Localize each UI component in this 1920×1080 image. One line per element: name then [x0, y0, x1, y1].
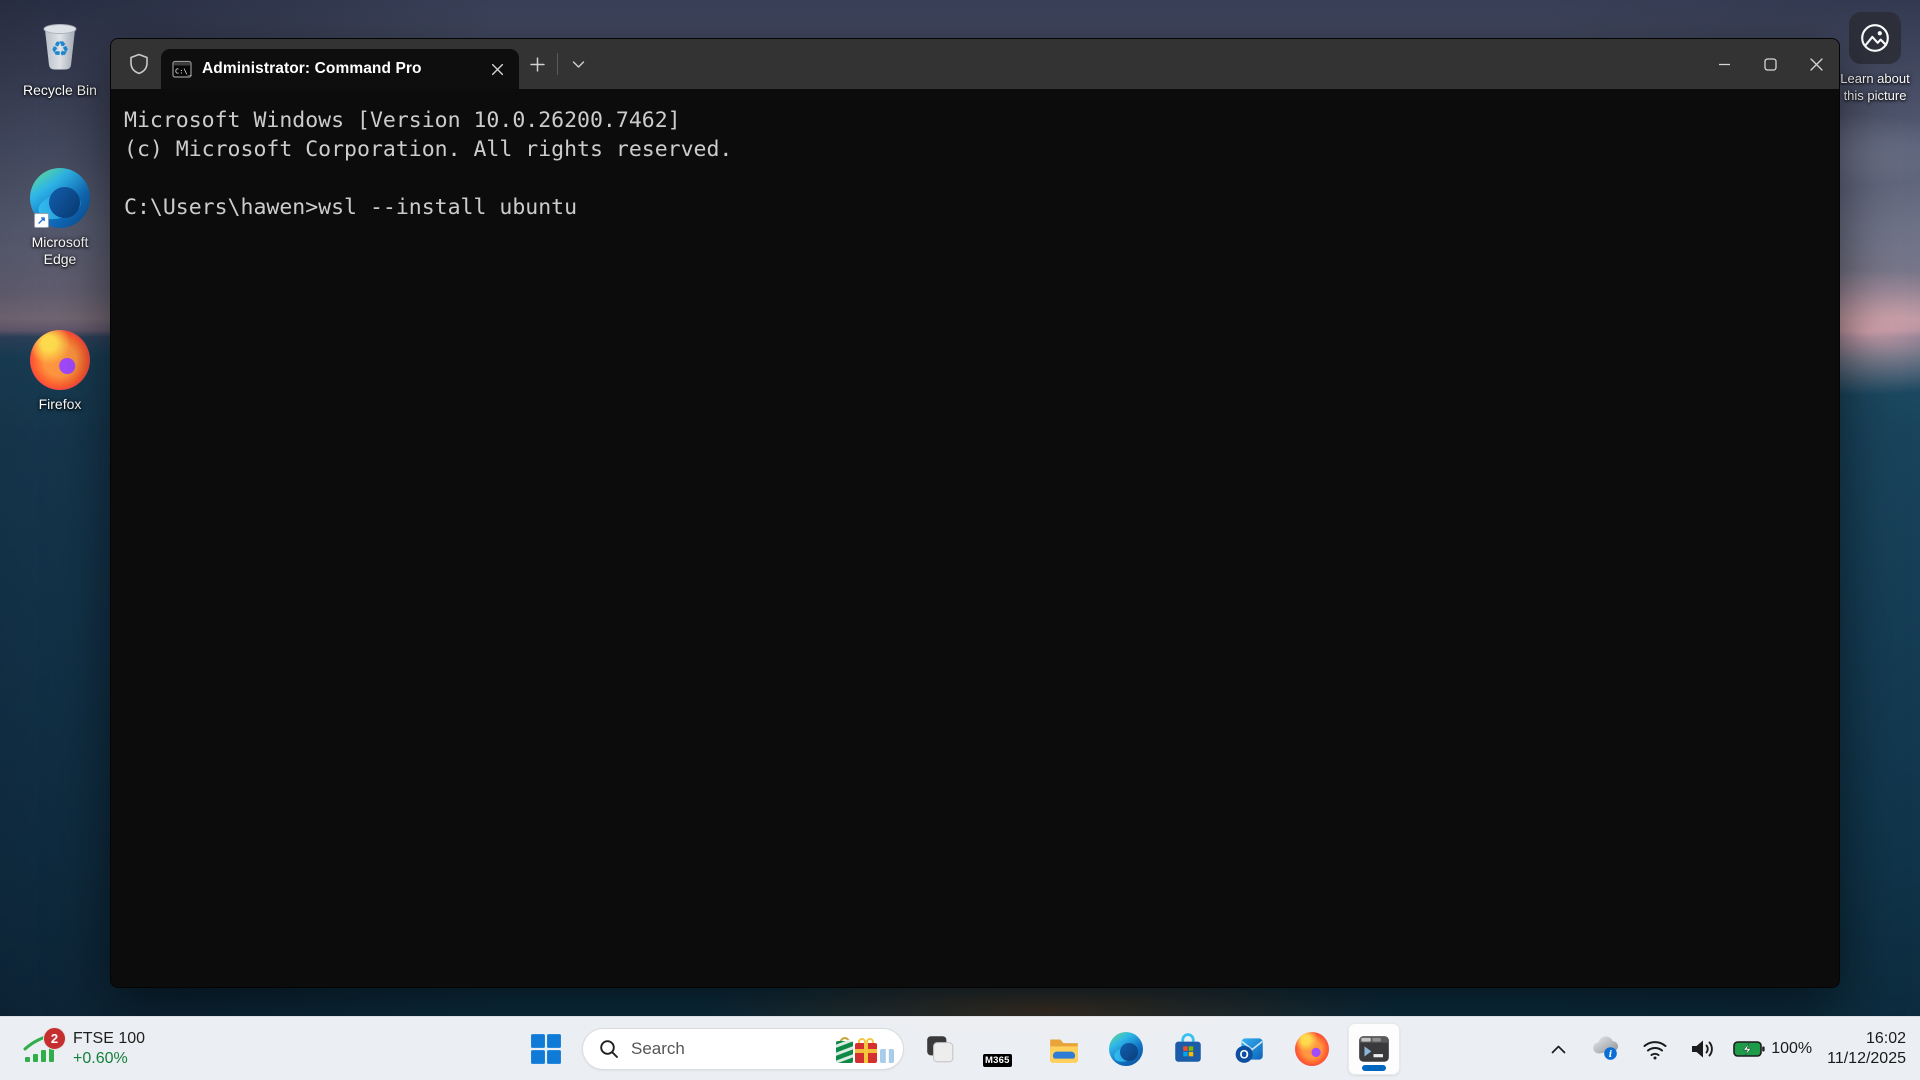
desktop-icon-label: Firefox — [39, 396, 82, 413]
terminal-line: C:\Users\hawen>wsl --install ubuntu — [124, 193, 1829, 222]
desktop-icon-label: Microsoft Edge — [17, 234, 103, 268]
taskbar-app-microsoft-edge[interactable] — [1100, 1023, 1152, 1075]
terminal-line: (c) Microsoft Corporation. All rights re… — [124, 135, 1829, 164]
taskbar-app-file-explorer[interactable] — [1038, 1023, 1090, 1075]
battery-percent: 100% — [1771, 1040, 1812, 1058]
clock[interactable]: 16:02 11/12/2025 — [1827, 1029, 1906, 1069]
onedrive-icon[interactable]: i — [1588, 1029, 1624, 1069]
terminal-window: C:\_ Administrator: Command Pro — [110, 38, 1840, 988]
tab-title: Administrator: Command Pro — [202, 60, 474, 78]
widgets-button[interactable]: 2 FTSE 100 +0.60% — [14, 1017, 153, 1080]
taskbar-app-task-view[interactable] — [914, 1023, 966, 1075]
tray-chevron-up-icon[interactable] — [1543, 1029, 1573, 1069]
terminal-titlebar[interactable]: C:\_ Administrator: Command Pro — [111, 39, 1839, 89]
task-view-icon — [924, 1033, 956, 1065]
wifi-icon[interactable] — [1639, 1029, 1671, 1069]
terminal-line: Microsoft Windows [Version 10.0.26200.74… — [124, 106, 1829, 135]
admin-shield-icon — [127, 52, 151, 76]
battery-charging-icon — [1733, 1040, 1765, 1058]
terminal-line — [124, 164, 1829, 193]
taskbar-app-outlook[interactable]: O — [1224, 1023, 1276, 1075]
clock-date: 11/12/2025 — [1827, 1049, 1906, 1069]
notification-badge: 2 — [43, 1027, 66, 1050]
search-box[interactable]: Search — [582, 1028, 904, 1070]
shortcut-arrow-icon: ↗ — [34, 213, 49, 228]
holiday-gifts-icon — [833, 1031, 895, 1067]
desktop-icon-recycle-bin[interactable]: ♻ Recycle Bin — [8, 14, 112, 99]
taskbar-app-terminal[interactable] — [1348, 1023, 1400, 1075]
terminal-icon — [1356, 1031, 1392, 1067]
m365-copilot-icon: M365 — [984, 1031, 1020, 1067]
taskbar-app-m365-copilot[interactable]: M365 — [976, 1023, 1028, 1075]
desktop-icon-microsoft-edge[interactable]: ↗ Microsoft Edge — [8, 166, 112, 268]
tab-close-icon[interactable] — [483, 55, 511, 83]
svg-text:i: i — [1609, 1050, 1613, 1060]
new-tab-button[interactable] — [519, 47, 555, 81]
edge-icon — [1109, 1032, 1143, 1066]
battery-status[interactable]: 100% — [1733, 1040, 1812, 1058]
outlook-icon: O — [1233, 1032, 1267, 1066]
maximize-button[interactable] — [1747, 39, 1793, 89]
search-icon — [599, 1039, 619, 1059]
taskbar-app-microsoft-store[interactable] — [1162, 1023, 1214, 1075]
recycle-bin-icon: ♻ — [28, 14, 92, 78]
edge-icon: ↗ — [28, 166, 92, 230]
tab-administrator-command-prompt[interactable]: C:\_ Administrator: Command Pro — [161, 49, 519, 89]
firefox-icon — [1295, 1032, 1329, 1066]
volume-icon[interactable] — [1686, 1029, 1718, 1069]
minimize-button[interactable] — [1701, 39, 1747, 89]
microsoft-store-icon — [1171, 1032, 1205, 1066]
widget-ticker-change: +0.60% — [73, 1049, 145, 1069]
windows-logo-icon — [530, 1033, 562, 1065]
close-button[interactable] — [1793, 39, 1839, 89]
search-placeholder: Search — [631, 1039, 821, 1059]
svg-text:C:\_: C:\_ — [175, 68, 193, 76]
taskbar: 2 FTSE 100 +0.60% Search — [0, 1016, 1920, 1080]
m365-badge: M365 — [983, 1054, 1012, 1067]
cmd-icon: C:\_ — [171, 58, 193, 80]
desktop-icon-label: Recycle Bin — [23, 82, 97, 99]
desktop-icon-label: Learn about this picture — [1830, 70, 1920, 104]
tab-dropdown-chevron-icon[interactable] — [560, 47, 596, 81]
file-explorer-icon — [1047, 1032, 1081, 1066]
firefox-icon — [28, 328, 92, 392]
terminal-content[interactable]: Microsoft Windows [Version 10.0.26200.74… — [111, 89, 1839, 222]
clock-time: 16:02 — [1827, 1029, 1906, 1049]
taskbar-app-firefox[interactable] — [1286, 1023, 1338, 1075]
svg-text:O: O — [1240, 1049, 1249, 1062]
tab-bar-divider — [557, 53, 558, 75]
svg-text:♻: ♻ — [51, 37, 70, 61]
widget-ticker-name: FTSE 100 — [73, 1029, 145, 1049]
running-indicator — [1362, 1065, 1386, 1071]
start-button[interactable] — [520, 1023, 572, 1075]
picture-icon — [1849, 12, 1901, 64]
desktop-icon-firefox[interactable]: Firefox — [8, 328, 112, 413]
